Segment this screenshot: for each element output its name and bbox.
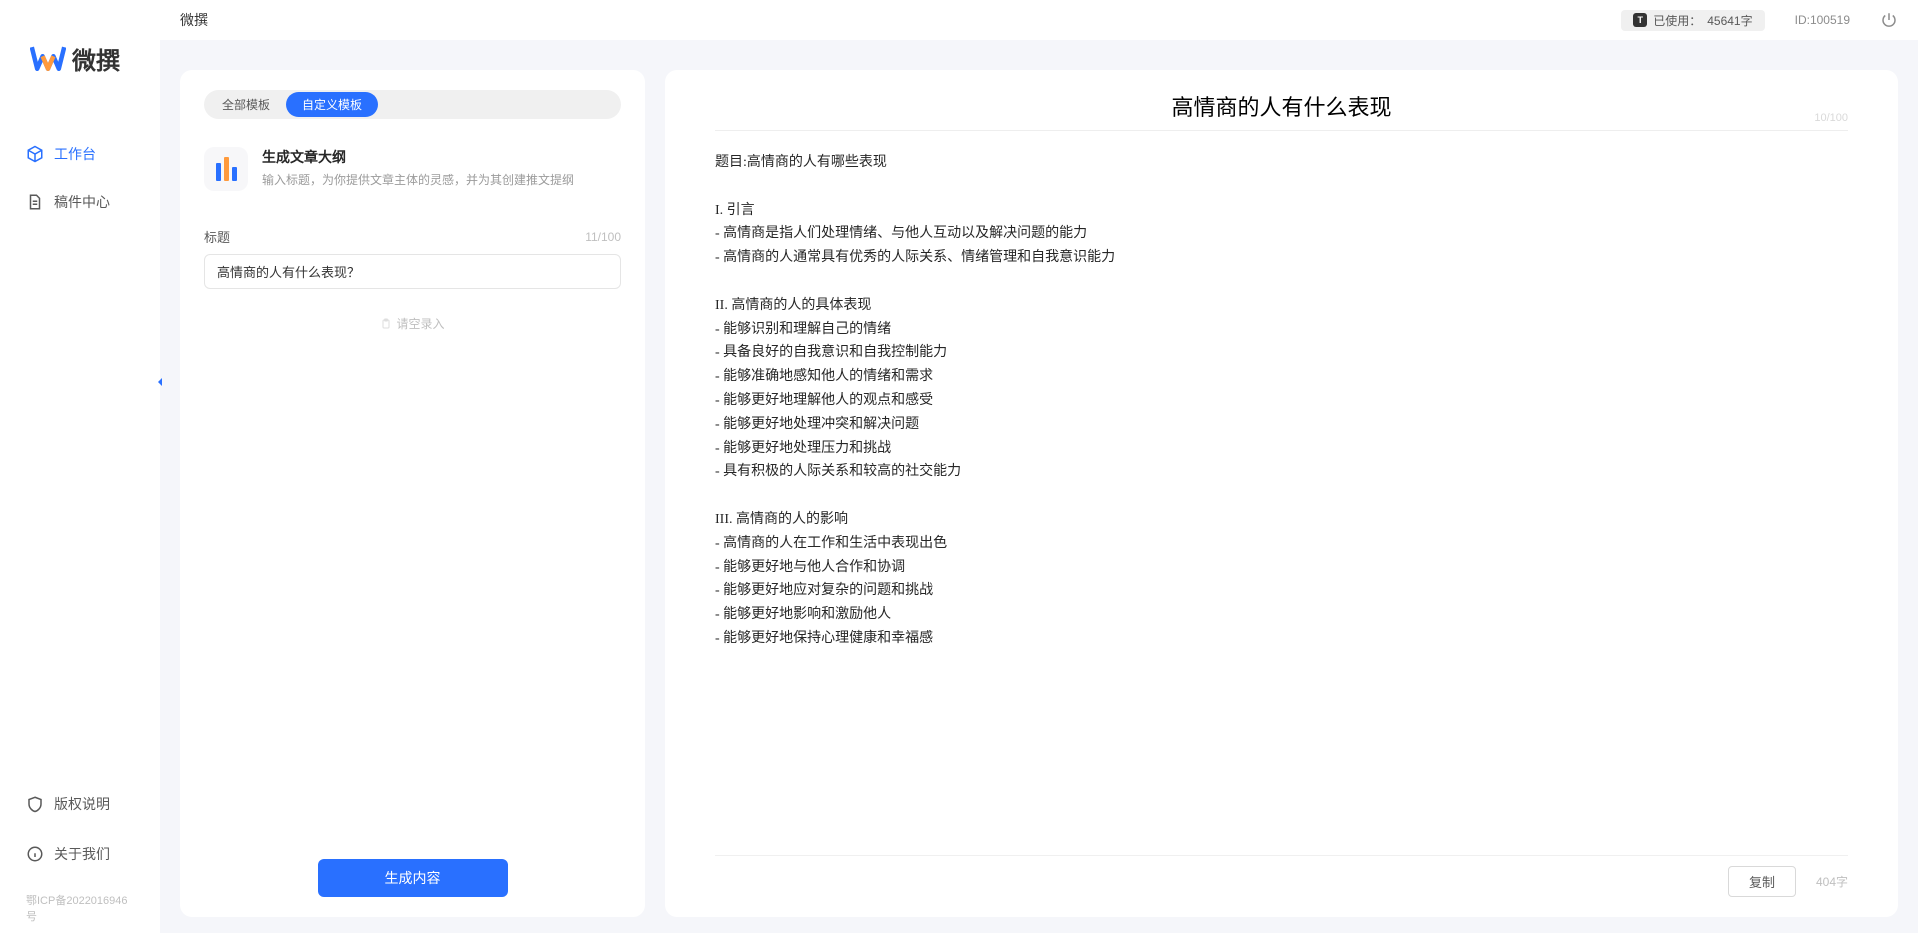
output-footer: 复制 404字 [715,855,1848,897]
chevron-left-icon [152,374,168,390]
empty-hint: 请空录入 [204,315,621,332]
output-char-count: 404字 [1816,873,1848,890]
output-title: 高情商的人有什么表现 [715,90,1848,130]
output-title-limit: 10/100 [1814,112,1848,124]
collapse-handle[interactable] [152,374,168,390]
header-right: T 已使用： 45641字 ID:100519 [1621,10,1898,31]
info-icon [26,845,44,863]
user-id: ID:100519 [1795,13,1850,27]
cube-icon [26,145,44,163]
sidebar-item-label: 工作台 [54,144,96,164]
output-body[interactable]: 题目:高情商的人有哪些表现 I. 引言 - 高情商是指人们处理情绪、与他人互动以… [715,151,1848,661]
usage-label: 已使用： [1653,12,1701,29]
title-input[interactable] [204,254,621,289]
generate-button[interactable]: 生成内容 [318,859,508,897]
tab-all-templates[interactable]: 全部模板 [206,92,286,117]
sidebar-bottom: 版权说明 关于我们 鄂ICP备2022016946号 [0,786,160,928]
text-badge-icon: T [1633,13,1647,27]
logo: 微撰 [0,0,160,106]
header-title: 微撰 [180,10,208,30]
sidebar-item-about[interactable]: 关于我们 [18,836,142,872]
form-section: 标题 11/100 请空录入 [204,227,621,332]
usage-value: 45641字 [1707,12,1752,29]
right-panel: 高情商的人有什么表现 10/100 题目:高情商的人有哪些表现 I. 引言 - … [665,70,1898,917]
left-panel: 全部模板 自定义模板 生成文章大纲 输入标题，为你提供文章主体的灵感，并为其创建… [180,70,645,917]
sidebar-item-drafts[interactable]: 稿件中心 [18,184,142,220]
usage-badge[interactable]: T 已使用： 45641字 [1621,10,1764,31]
sidebar: 微撰 工作台 稿件中心 版权说明 关于我们 鄂ICP备2022016946号 [0,0,160,933]
top-header: 微撰 T 已使用： 45641字 ID:100519 [160,0,1918,40]
main: 微撰 T 已使用： 45641字 ID:100519 全部模板 自定义模板 [160,0,1918,933]
icp-text: 鄂ICP备2022016946号 [18,886,142,928]
sidebar-item-label: 版权说明 [54,794,110,814]
title-char-count: 11/100 [585,230,621,244]
output-title-row: 高情商的人有什么表现 10/100 [715,90,1848,131]
template-desc: 输入标题，为你提供文章主体的灵感，并为其创建推文提纲 [262,171,621,188]
nav: 工作台 稿件中心 [0,106,160,262]
content-area: 全部模板 自定义模板 生成文章大纲 输入标题，为你提供文章主体的灵感，并为其创建… [160,40,1918,933]
power-icon[interactable] [1880,11,1898,29]
tab-group: 全部模板 自定义模板 [204,90,621,119]
template-card: 生成文章大纲 输入标题，为你提供文章主体的灵感，并为其创建推文提纲 [204,147,621,191]
logo-text: 微撰 [72,41,120,76]
shield-icon [26,795,44,813]
sidebar-item-label: 稿件中心 [54,192,110,212]
template-title: 生成文章大纲 [262,147,621,167]
logo-icon [30,40,66,76]
document-icon [26,193,44,211]
title-label: 标题 [204,227,230,246]
copy-button[interactable]: 复制 [1728,866,1796,897]
template-icon [204,147,248,191]
sidebar-item-workspace[interactable]: 工作台 [18,136,142,172]
clipboard-icon [380,318,392,330]
sidebar-item-label: 关于我们 [54,844,110,864]
sidebar-item-copyright[interactable]: 版权说明 [18,786,142,822]
tab-custom-templates[interactable]: 自定义模板 [286,92,378,117]
